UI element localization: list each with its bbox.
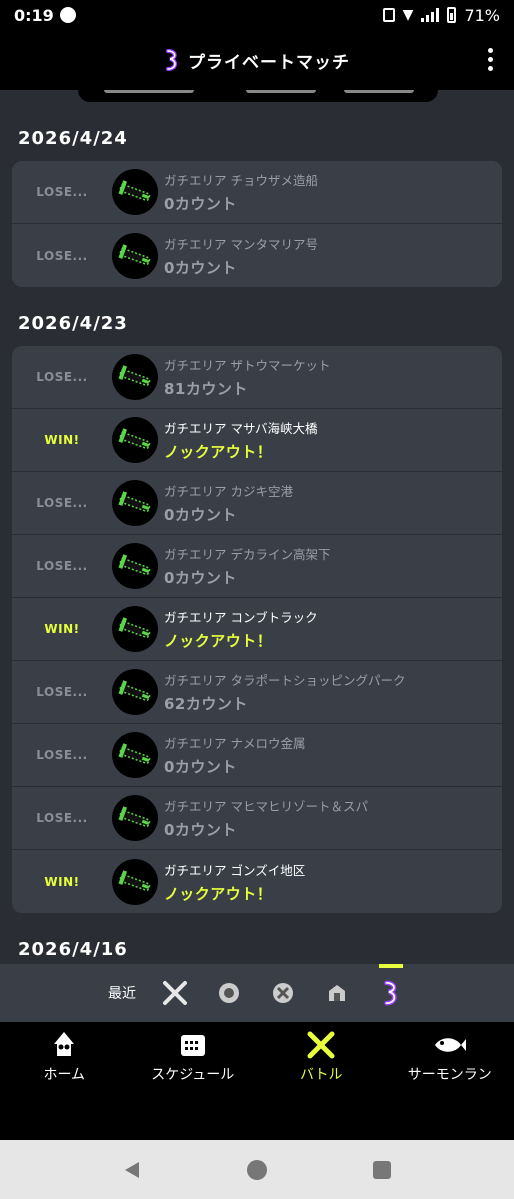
match-row[interactable]: WIN! ガチエリア コンブトラック ノックアウト！ [12,598,502,661]
match-row[interactable]: WIN! ガチエリア マサバ海峡大橋 ノックアウト！ [12,409,502,472]
weapon-icon [112,543,158,589]
match-count: 0カウント [164,821,237,839]
match-stage: ガチエリア マサバ海峡大橋 [164,421,318,436]
match-stage: ガチエリア ナメロウ金属 [164,736,306,751]
anarchy-battle-icon[interactable] [214,978,244,1008]
bottom-navigation: ホーム スケジュール バトル サーモンラン [0,1022,514,1140]
match-history-list[interactable]: 2026/4/24 LOSE... ガチエリア チョウザメ造船 0カウント LOSE..… [0,102,514,964]
match-row[interactable]: LOSE... ガチエリア ザトウマーケット 81カウント [12,346,502,409]
battery-percent: 71% [464,5,500,25]
notification-icon [59,7,76,23]
match-row[interactable]: LOSE... ガチエリア チョウザメ造船 0カウント [12,161,502,224]
match-result: WIN! [44,433,80,447]
page-title: プライベートマッチ [164,48,350,73]
wifi-icon: ▼ [402,7,414,23]
match-count: ノックアウト！ [164,632,273,650]
calendar-icon [180,1035,205,1056]
match-result: LOSE... [36,496,88,510]
weapon-icon [112,858,158,905]
weapon-icon [112,480,158,526]
match-count: ノックアウト！ [164,884,273,903]
match-group-card: LOSE... ガチエリア チョウザメ造船 0カウント LOSE... ガチエリア マン… [12,161,502,287]
match-result: WIN! [44,622,80,636]
date-header: 2026/4/23 [18,313,128,334]
status-time: 0:19 [14,5,54,25]
match-stage: ガチエリア ザトウマーケット [164,358,331,373]
match-row[interactable]: LOSE... ガチエリア デカライン高架下 0カウント [12,535,502,598]
match-stage: ガチエリア タラポートショッピングパーク [164,673,406,688]
app-bar: プライベートマッチ [0,30,514,90]
match-count: 0カウント [164,569,237,587]
match-row[interactable]: LOSE... ガチエリア マヒマヒリゾート＆スパ 0カウント [12,787,502,850]
match-stage: ガチエリア チョウザメ造船 [164,173,318,188]
match-count: 0カウント [164,195,237,213]
recents-icon[interactable] [371,1159,393,1181]
battery-icon [447,7,457,23]
match-result: LOSE... [36,248,88,263]
back-icon[interactable] [121,1159,143,1181]
match-stage: ガチエリア ゴンズイ地区 [164,862,306,878]
system-navigation [0,1140,514,1199]
match-stage: ガチエリア コンブトラック [164,610,318,625]
match-result: LOSE... [36,811,88,825]
event-battle-icon[interactable] [322,978,352,1008]
status-bar: 0:19 ▼ 71% [0,0,514,30]
match-stage: ガチエリア カジキ空港 [164,484,293,499]
battle-icon [307,1031,335,1059]
regular-battle-icon[interactable] [160,978,190,1008]
battle-filter-bar: 最近 [0,964,514,1022]
match-result: WIN! [44,874,80,889]
match-row[interactable]: WIN! ガチエリア ゴンズイ地区 ノックアウト！ [12,850,502,913]
private-match-icon [166,49,177,71]
more-menu-icon[interactable] [488,48,494,71]
nav-schedule[interactable]: スケジュール [129,1022,258,1140]
match-count: ノックアウト！ [164,443,273,461]
match-row[interactable]: LOSE... ガチエリア タラポートショッピングパーク 62カウント [12,661,502,724]
vibrate-icon [382,8,395,22]
match-result: LOSE... [36,185,88,199]
match-stage: ガチエリア マヒマヒリゾート＆スパ [164,799,368,814]
match-row[interactable]: LOSE... ガチエリア マンタマリア号 0カウント [12,224,502,287]
weapon-icon [112,669,158,715]
nav-salmon-run[interactable]: サーモンラン [386,1022,514,1140]
filter-label: 最近 [108,986,136,1002]
weapon-icon [112,732,158,778]
signal-icon [421,8,440,22]
squid-home-icon [54,1032,75,1056]
weapon-icon [112,169,158,215]
salmon-icon [434,1038,466,1052]
date-header: 2026/4/24 [18,128,128,149]
match-stage: ガチエリア デカライン高架下 [164,547,331,562]
match-row[interactable]: LOSE... ガチエリア カジキ空港 0カウント [12,472,502,535]
match-stage: ガチエリア マンタマリア号 [164,236,318,252]
match-group-card: LOSE... ガチエリア ザトウマーケット 81カウント WIN! ガチエリア マサバ… [12,346,502,913]
match-count: 62カウント [164,695,248,713]
weapon-icon [112,606,158,652]
summary-strip [78,90,438,102]
weapon-icon [112,417,158,463]
x-battle-icon[interactable] [268,978,298,1008]
match-result: LOSE... [36,559,88,573]
home-icon[interactable] [246,1159,268,1181]
match-count: 0カウント [164,506,237,524]
weapon-icon [112,795,158,841]
match-row[interactable]: LOSE... ガチエリア ナメロウ金属 0カウント [12,724,502,787]
match-count: 81カウント [164,380,248,398]
weapon-icon [112,232,158,279]
match-count: 0カウント [164,758,237,776]
private-battle-icon[interactable] [376,964,406,1008]
match-count: 0カウント [164,258,237,277]
nav-home[interactable]: ホーム [0,1022,129,1140]
match-result: LOSE... [36,685,88,699]
match-result: LOSE... [36,748,88,762]
nav-battle[interactable]: バトル [257,1022,386,1140]
weapon-icon [112,354,158,400]
match-result: LOSE... [36,370,88,384]
date-header: 2026/4/16 [18,939,128,960]
